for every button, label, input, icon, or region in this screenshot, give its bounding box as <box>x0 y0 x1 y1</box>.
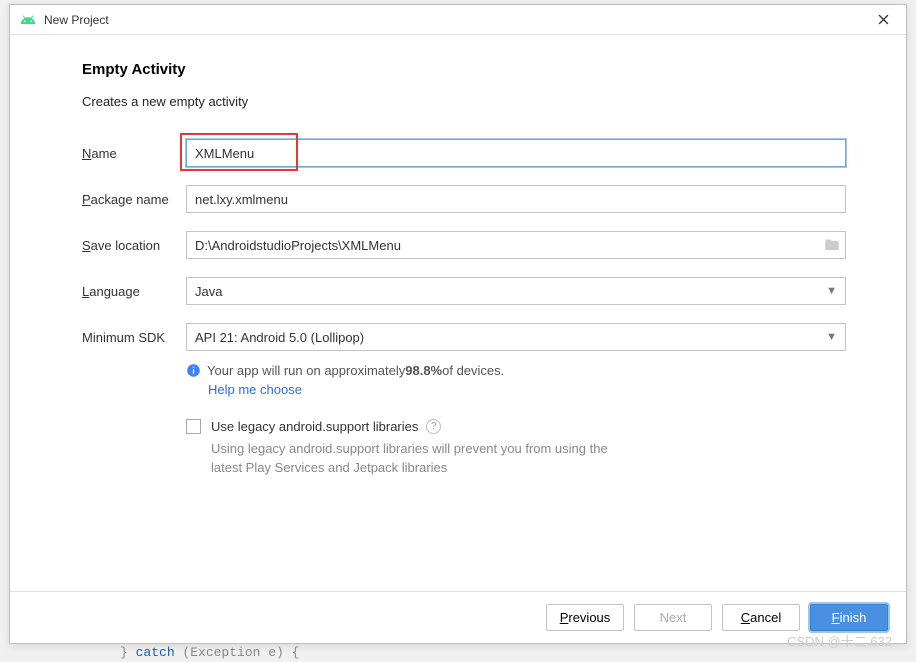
sdk-info-block: Your app will run on approximately 98.8%… <box>186 363 846 397</box>
button-bar: Previous Next Cancel Finish <box>10 591 906 643</box>
save-label: Save location <box>82 238 186 253</box>
page-title: Empty Activity <box>82 61 846 78</box>
android-icon <box>20 12 36 28</box>
help-me-choose-link[interactable]: Help me choose <box>208 382 302 397</box>
language-select[interactable]: Java ▼ <box>186 277 846 305</box>
next-button: Next <box>634 604 712 631</box>
new-project-dialog: New Project Empty Activity Creates a new… <box>9 4 907 644</box>
legacy-checkbox[interactable] <box>186 419 201 434</box>
minsdk-select[interactable]: API 21: Android 5.0 (Lollipop) ▼ <box>186 323 846 351</box>
chevron-down-icon: ▼ <box>826 331 837 343</box>
save-row: Save location <box>82 231 846 259</box>
language-label: Language <box>82 284 186 299</box>
cancel-button[interactable]: Cancel <box>722 604 800 631</box>
finish-button[interactable]: Finish <box>810 604 888 631</box>
legacy-block: Use legacy android.support libraries ? U… <box>186 419 846 478</box>
name-input[interactable] <box>186 139 846 167</box>
browse-folder-icon[interactable] <box>824 237 840 254</box>
sdk-coverage-text: Your app will run on approximately 98.8%… <box>186 363 846 378</box>
page-subtitle: Creates a new empty activity <box>82 94 846 109</box>
package-input[interactable] <box>186 185 846 213</box>
titlebar: New Project <box>10 5 906 35</box>
name-label: Name <box>82 146 186 161</box>
save-location-input[interactable] <box>186 231 846 259</box>
info-icon <box>186 363 201 378</box>
window-title: New Project <box>44 13 868 27</box>
name-row: Name <box>82 139 846 167</box>
help-icon[interactable]: ? <box>426 419 441 434</box>
package-row: Package name <box>82 185 846 213</box>
legacy-description: Using legacy android.support libraries w… <box>211 440 641 478</box>
package-label: Package name <box>82 192 186 207</box>
previous-button[interactable]: Previous <box>546 604 624 631</box>
legacy-label: Use legacy android.support libraries <box>211 419 418 434</box>
language-row: Language Java ▼ <box>82 277 846 305</box>
minsdk-label: Minimum SDK <box>82 330 186 345</box>
close-button[interactable] <box>868 9 898 31</box>
dialog-content: Empty Activity Creates a new empty activ… <box>10 35 906 591</box>
chevron-down-icon: ▼ <box>826 285 837 297</box>
minsdk-row: Minimum SDK API 21: Android 5.0 (Lollipo… <box>82 323 846 351</box>
